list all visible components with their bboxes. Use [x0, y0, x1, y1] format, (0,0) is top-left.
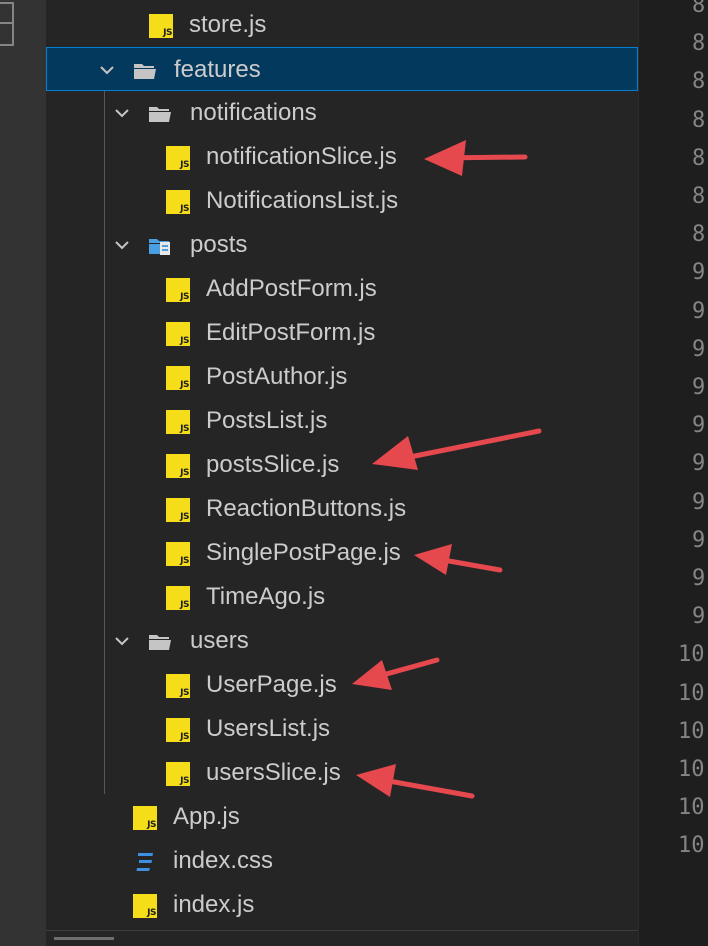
js-file-icon: [166, 146, 190, 170]
tree-item-label: SinglePostPage.js: [206, 539, 401, 566]
line-number: 10: [678, 833, 705, 859]
chevron-down-icon[interactable]: [97, 60, 117, 80]
line-number: 9: [692, 527, 706, 553]
line-number: 9: [692, 298, 706, 324]
line-number: 9: [692, 566, 706, 591]
line-number: 8: [692, 107, 706, 133]
tree-item-features[interactable]: features: [46, 47, 638, 91]
tree-item-label: index.js: [173, 891, 255, 918]
js-file-icon: [166, 190, 190, 214]
line-number: 10: [678, 757, 705, 782]
chevron-down-icon[interactable]: [112, 235, 132, 255]
tree-item-label: PostAuthor.js: [206, 363, 348, 390]
tree-item-label: NotificationsList.js: [206, 187, 399, 214]
editor-gutter: 8 8 8 8 8 8 8 9 9 9 9 9 9 9 9 9 9 10 10 10 10 10 10: [638, 0, 708, 946]
line-number: 9: [692, 336, 706, 362]
line-number: 10: [678, 718, 705, 744]
tree-item-label: EditPostForm.js: [206, 319, 376, 346]
tree-item-label: usersSlice.js: [206, 759, 341, 786]
tree-item-TimeAgo-js[interactable]: TimeAgo.js: [46, 575, 638, 619]
tree-item-PostsList-js[interactable]: PostsList.js: [46, 399, 638, 443]
folder-open-icon: [148, 630, 172, 654]
js-file-icon: [166, 498, 190, 522]
explorer-sidebar: store.js features notifications notificatio…: [46, 0, 638, 946]
js-file-icon: [149, 14, 173, 38]
js-file-icon: [166, 542, 190, 566]
line-number: 8: [692, 222, 706, 248]
chevron-down-icon[interactable]: [112, 631, 132, 651]
line-number: 8: [692, 145, 706, 171]
tree-item-notificationSlice-js[interactable]: notificationSlice.js: [46, 135, 638, 179]
js-file-icon: [166, 454, 190, 478]
tree-item-ReactionButtons-js[interactable]: ReactionButtons.js: [46, 487, 638, 531]
tree-item-label: AddPostForm.js: [206, 275, 377, 302]
js-file-icon: [166, 586, 190, 610]
css-file-icon: [133, 850, 157, 874]
line-number: 9: [692, 375, 706, 400]
tree-item-App-js[interactable]: App.js: [46, 795, 638, 839]
tree-item-usersSlice-js[interactable]: usersSlice.js: [46, 751, 638, 795]
tree-item-label: store.js: [189, 11, 267, 38]
line-number: 8: [692, 0, 706, 18]
js-file-icon: [166, 410, 190, 434]
js-file-icon: [133, 806, 157, 830]
tree-item-notifications[interactable]: notifications: [46, 91, 638, 135]
tree-item-AddPostForm-js[interactable]: AddPostForm.js: [46, 267, 638, 311]
tree-item-label: PostsList.js: [206, 407, 328, 434]
js-file-icon: [166, 674, 190, 698]
tree-item-postsSlice-js[interactable]: postsSlice.js: [46, 443, 638, 487]
line-number: 10: [678, 642, 705, 668]
line-number: 9: [692, 489, 706, 515]
panel-header-stub: [54, 937, 114, 940]
tree-item-label: users: [190, 627, 249, 654]
tree-item-label: App.js: [173, 803, 240, 830]
tree-item-label: index.css: [173, 847, 274, 874]
tree-item-label: features: [174, 56, 261, 83]
tree-item-index-js[interactable]: index.js: [46, 883, 638, 927]
tree-item-label: notificationSlice.js: [206, 143, 397, 170]
tree-item-label: notifications: [190, 99, 317, 126]
js-file-icon: [133, 894, 157, 918]
tree-item-label: posts: [190, 231, 248, 258]
line-number: 9: [692, 413, 706, 439]
line-number: 10: [678, 795, 705, 821]
folder-open-icon: [133, 59, 157, 83]
line-number: 9: [692, 260, 706, 286]
line-number: 8: [692, 31, 706, 57]
line-number: 9: [692, 451, 706, 477]
tree-item-EditPostForm-js[interactable]: EditPostForm.js: [46, 311, 638, 355]
tree-item-UserPage-js[interactable]: UserPage.js: [46, 663, 638, 707]
js-file-icon: [166, 762, 190, 786]
chevron-down-icon[interactable]: [112, 103, 132, 123]
tree-item-posts[interactable]: posts: [46, 223, 638, 267]
activity-bar: [0, 0, 46, 946]
tree-item-label: UsersList.js: [206, 715, 331, 742]
js-file-icon: [166, 322, 190, 346]
tree-item-label: ReactionButtons.js: [206, 495, 407, 522]
tree-item-UsersList-js[interactable]: UsersList.js: [46, 707, 638, 751]
line-number: 8: [692, 184, 706, 209]
sidebar-bottom-panel: [46, 930, 638, 946]
tree-item-index-css[interactable]: index.css: [46, 839, 638, 883]
posts-folder-icon: [148, 234, 172, 258]
line-number: 10: [678, 680, 705, 706]
js-file-icon: [166, 366, 190, 390]
tree-item-PostAuthor-js[interactable]: PostAuthor.js: [46, 355, 638, 399]
explorer-view-icon[interactable]: [0, 2, 14, 46]
js-file-icon: [166, 278, 190, 302]
tree-item-users[interactable]: users: [46, 619, 638, 663]
tree-item-label: TimeAgo.js: [206, 583, 326, 610]
tree-item-label: UserPage.js: [206, 671, 337, 698]
line-number: 9: [692, 604, 706, 630]
folder-open-icon: [148, 102, 172, 126]
tree-item-SinglePostPage-js[interactable]: SinglePostPage.js: [46, 531, 638, 575]
tree-item-store-js[interactable]: store.js: [46, 3, 638, 47]
tree-item-label: postsSlice.js: [206, 451, 340, 478]
line-number: 8: [692, 69, 706, 95]
tree-item-NotificationsList-js[interactable]: NotificationsList.js: [46, 179, 638, 223]
js-file-icon: [166, 718, 190, 742]
